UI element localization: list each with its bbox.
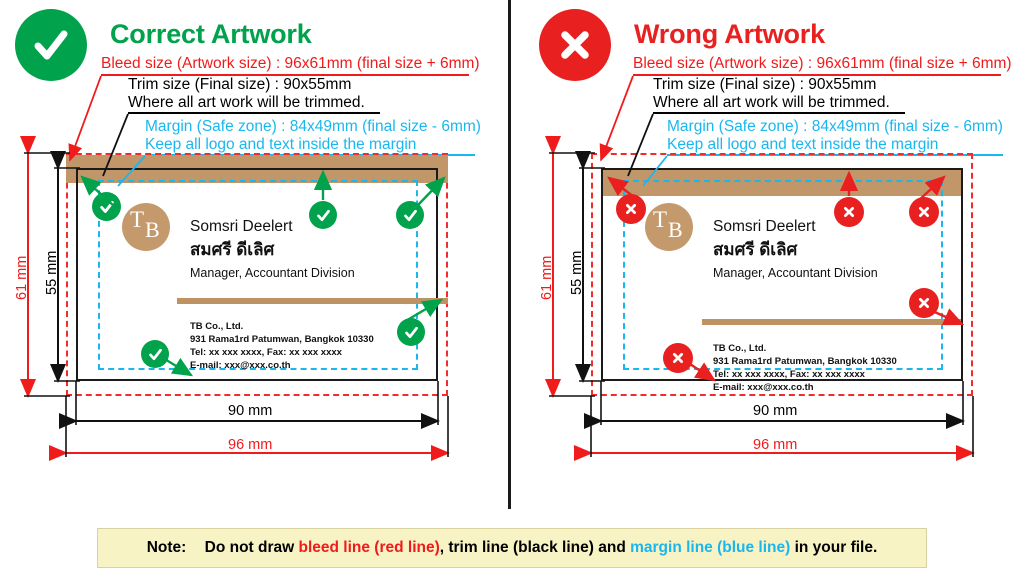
- note-label: Note:: [146, 539, 187, 556]
- annotation-margin-line1-wrong: Margin (Safe zone) : 84x49mm (final size…: [667, 118, 1003, 135]
- card-company-correct: TB Co., Ltd.: [190, 321, 244, 332]
- card-phone-correct: Tel: xx xxx xxxx, Fax: xx xxx xxxx: [190, 347, 342, 358]
- marker-x-topmid-wrong: [834, 197, 864, 227]
- dimension-width-bleed-correct: 96 mm: [228, 437, 273, 453]
- marker-x-topright-wrong: [909, 197, 939, 227]
- infographic-canvas: Correct Artwork Bleed size (Artwork size…: [0, 0, 1018, 580]
- card-email-wrong: E-mail: xxx@xxx.co.th: [713, 382, 814, 393]
- note-red-term: bleed line (red line): [298, 539, 440, 556]
- note-part3: in your file.: [790, 539, 878, 556]
- annotation-trim-underline-wrong: [653, 112, 905, 114]
- tb-logo-wrong: T B: [645, 203, 693, 251]
- dimension-width-trim-wrong: 90 mm: [753, 403, 798, 419]
- x-circle-icon: [539, 9, 611, 81]
- marker-check-topmid-correct: [309, 201, 337, 229]
- logo-letter-b-correct: B: [145, 217, 160, 242]
- card-phone-wrong: Tel: xx xxx xxxx, Fax: xx xxx xxxx: [713, 369, 865, 380]
- check-circle-icon: [15, 9, 87, 81]
- card-role-correct: Manager, Accountant Division: [190, 266, 355, 280]
- annotation-margin-line2-wrong: Keep all logo and text inside the margin: [667, 136, 939, 153]
- panel-title-wrong: Wrong Artwork: [634, 19, 825, 49]
- leader-bleed-correct: [68, 75, 102, 162]
- annotation-bleed-correct: Bleed size (Artwork size) : 96x61mm (fin…: [101, 55, 480, 72]
- annotation-trim-underline-correct: [128, 112, 380, 114]
- annotation-bleed-wrong: Bleed size (Artwork size) : 96x61mm (fin…: [633, 55, 1012, 72]
- dimension-width-bleed-wrong: 96 mm: [753, 437, 798, 453]
- dimension-height-bleed-correct: 61 mm: [14, 255, 30, 300]
- marker-x-bottom-wrong: [663, 343, 693, 373]
- card-address-wrong: 931 Rama1rd Patumwan, Bangkok 10330: [713, 356, 897, 367]
- marker-x-topleft-wrong: [616, 194, 646, 224]
- dimension-height-trim-correct: 55 mm: [44, 250, 60, 295]
- artwork-divider-rule-correct: [177, 298, 448, 304]
- panel-divider: [508, 0, 511, 509]
- note-part1: Do not draw: [204, 539, 299, 556]
- panel-title-correct: Correct Artwork: [110, 19, 312, 49]
- tb-logo-correct: T B: [122, 203, 170, 251]
- note-blue-term: margin line (blue line): [630, 539, 791, 556]
- annotation-trim-line1-correct: Trim size (Final size) : 90x55mm: [128, 76, 352, 93]
- logo-letter-t-correct: T: [130, 207, 145, 232]
- marker-check-bottom-correct: [141, 340, 169, 368]
- dimension-width-trim-correct: 90 mm: [228, 403, 273, 419]
- card-name-correct: Somsri Deelert: [190, 218, 293, 235]
- leader-bleed-wrong: [599, 75, 634, 162]
- annotation-trim-line1-wrong: Trim size (Final size) : 90x55mm: [653, 76, 877, 93]
- card-email-correct: E-mail: xxx@xxx.co.th: [190, 360, 291, 371]
- dimension-height-bleed-wrong: 61 mm: [539, 255, 555, 300]
- dimension-height-trim-wrong: 55 mm: [569, 250, 585, 295]
- note-text: Note: Do not draw bleed line (red line),…: [147, 539, 878, 557]
- marker-x-rule-wrong: [909, 288, 939, 318]
- card-name-wrong: Somsri Deelert: [713, 218, 816, 235]
- logo-letter-t-wrong: T: [653, 207, 668, 232]
- marker-check-topright-correct: [396, 201, 424, 229]
- annotation-margin-line2-correct: Keep all logo and text inside the margin: [145, 136, 417, 153]
- annotation-trim-line2-correct: Where all art work will be trimmed.: [128, 94, 365, 111]
- annotation-margin-line1-correct: Margin (Safe zone) : 84x49mm (final size…: [145, 118, 481, 135]
- marker-check-topleft-correct: [92, 192, 121, 221]
- card-address-correct: 931 Rama1rd Patumwan, Bangkok 10330: [190, 334, 374, 345]
- annotation-trim-line2-wrong: Where all art work will be trimmed.: [653, 94, 890, 111]
- card-name-thai-wrong: สมศรี ดีเลิศ: [713, 240, 798, 259]
- artwork-divider-rule-wrong: [702, 319, 961, 325]
- card-name-thai-correct: สมศรี ดีเลิศ: [190, 240, 275, 259]
- card-company-wrong: TB Co., Ltd.: [713, 343, 767, 354]
- note-bar: Note: Do not draw bleed line (red line),…: [97, 528, 927, 568]
- marker-check-rule-correct: [397, 318, 425, 346]
- logo-letter-b-wrong: B: [668, 217, 683, 242]
- card-role-wrong: Manager, Accountant Division: [713, 266, 878, 280]
- note-part2: , trim line (black line) and: [439, 539, 631, 556]
